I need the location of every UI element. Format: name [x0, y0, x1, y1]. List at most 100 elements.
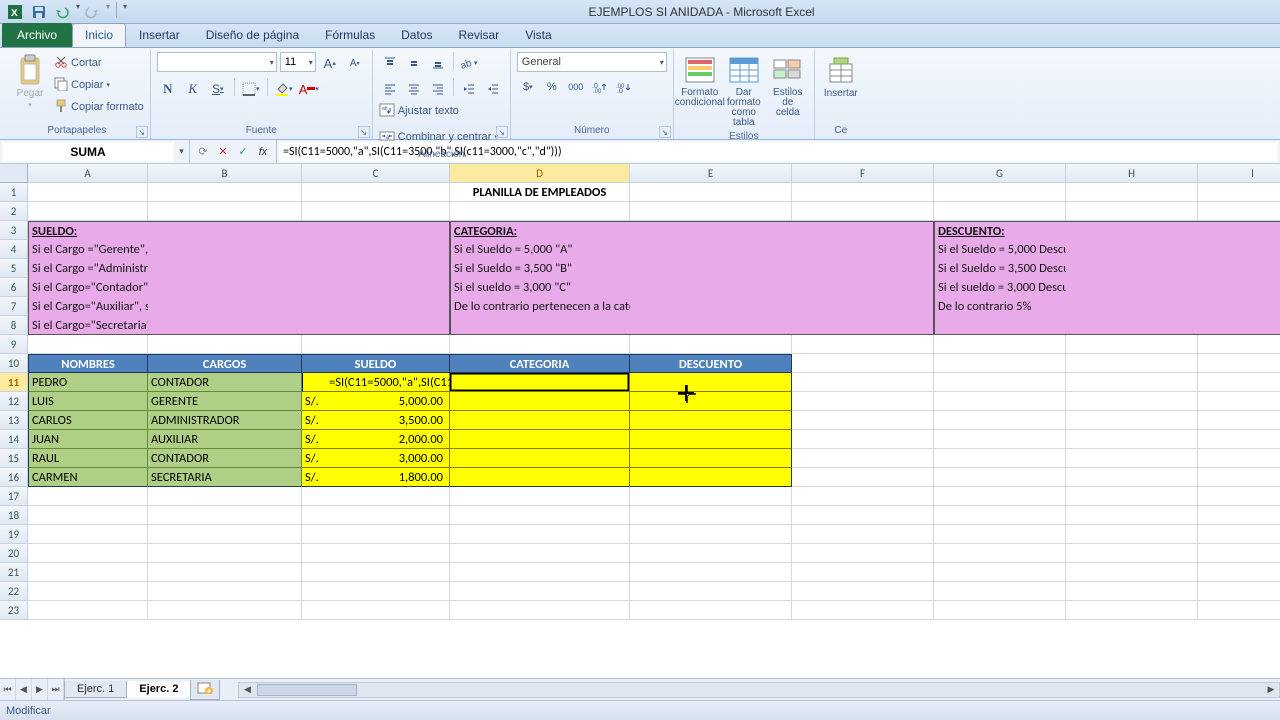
column-header-C[interactable]: C [302, 164, 450, 183]
cell-E13[interactable] [630, 411, 792, 430]
cell-E18[interactable] [630, 506, 792, 525]
cell-A2[interactable] [28, 202, 148, 221]
cut-button[interactable]: Cortar [54, 52, 144, 74]
cell-C3[interactable] [302, 221, 450, 240]
cell-D13[interactable] [450, 411, 630, 430]
cell-D4[interactable]: Si el Sueldo = 5,000 "A" [450, 240, 630, 259]
cell-B18[interactable] [148, 506, 302, 525]
cell-I19[interactable] [1198, 525, 1280, 544]
cell-B12[interactable]: GERENTE [148, 392, 302, 411]
cell-F11[interactable] [792, 373, 934, 392]
cell-G10[interactable] [934, 354, 1066, 373]
row-header-11[interactable]: 11 [0, 373, 28, 392]
cell-D5[interactable]: Si el Sueldo = 3,500 "B" [450, 259, 630, 278]
cell-F17[interactable] [792, 487, 934, 506]
cell-A14[interactable]: JUAN [28, 430, 148, 449]
conditional-formatting-button[interactable]: Formato condicional [680, 52, 720, 110]
sheet-nav-prev-icon[interactable]: ◀ [16, 679, 32, 700]
cell-E5[interactable] [630, 259, 792, 278]
cell-G18[interactable] [934, 506, 1066, 525]
enter-formula-icon[interactable]: ✓ [234, 145, 252, 158]
row-header-14[interactable]: 14 [0, 430, 28, 449]
cell-F23[interactable] [792, 601, 934, 620]
cell-A3[interactable]: SUELDO: [28, 221, 148, 240]
row-header-8[interactable]: 8 [0, 316, 28, 335]
cell-E3[interactable] [630, 221, 792, 240]
cell-B5[interactable] [148, 259, 302, 278]
cell-A15[interactable]: RAUL [28, 449, 148, 468]
cell-C16[interactable]: S/.1,800.00 [302, 468, 450, 487]
cell-F19[interactable] [792, 525, 934, 544]
cell-G9[interactable] [934, 335, 1066, 354]
cell-H15[interactable] [1066, 449, 1198, 468]
cell-H14[interactable] [1066, 430, 1198, 449]
cell-H17[interactable] [1066, 487, 1198, 506]
cell-D15[interactable] [450, 449, 630, 468]
cell-E17[interactable] [630, 487, 792, 506]
column-header-F[interactable]: F [792, 164, 934, 183]
paste-button[interactable]: Pegar ▾ [10, 52, 50, 111]
cell-A11[interactable]: PEDRO [28, 373, 148, 392]
cell-C10[interactable]: SUELDO [302, 354, 450, 373]
row-header-19[interactable]: 19 [0, 525, 28, 544]
cell-G12[interactable] [934, 392, 1066, 411]
row-header-20[interactable]: 20 [0, 544, 28, 563]
cell-E7[interactable] [630, 297, 792, 316]
decrease-decimal-icon[interactable]: .00.0 [613, 76, 635, 98]
cell-I7[interactable] [1198, 297, 1280, 316]
cell-C7[interactable] [302, 297, 450, 316]
cell-B1[interactable] [148, 183, 302, 202]
cell-C12[interactable]: S/.5,000.00 [302, 392, 450, 411]
cell-G19[interactable] [934, 525, 1066, 544]
tab-review[interactable]: Revisar [446, 23, 513, 47]
cell-D22[interactable] [450, 582, 630, 601]
cell-F8[interactable] [792, 316, 934, 335]
select-all-corner[interactable] [0, 164, 28, 183]
cell-C19[interactable] [302, 525, 450, 544]
format-painter-button[interactable]: Copiar formato [54, 96, 144, 118]
sheet-tab-2[interactable]: Ejerc. 2 [126, 681, 191, 698]
cell-B11[interactable]: CONTADOR [148, 373, 302, 392]
cell-G4[interactable]: Si el Sueldo = 5,000 Descuento del 18% [934, 240, 1066, 259]
cell-D9[interactable] [450, 335, 630, 354]
cell-F21[interactable] [792, 563, 934, 582]
cell-H3[interactable] [1066, 221, 1198, 240]
cell-B16[interactable]: SECRETARIA [148, 468, 302, 487]
cell-D14[interactable] [450, 430, 630, 449]
row-header-17[interactable]: 17 [0, 487, 28, 506]
font-family-combo[interactable] [157, 52, 277, 72]
sheet-tab-1[interactable]: Ejerc. 1 [64, 681, 127, 698]
cell-F4[interactable] [792, 240, 934, 259]
cell-F20[interactable] [792, 544, 934, 563]
cell-F10[interactable] [792, 354, 934, 373]
cell-C14[interactable]: S/.2,000.00 [302, 430, 450, 449]
cell-D20[interactable] [450, 544, 630, 563]
number-format-combo[interactable]: General [517, 52, 667, 72]
cell-I18[interactable] [1198, 506, 1280, 525]
tab-page-layout[interactable]: Diseño de página [193, 23, 312, 47]
cell-G14[interactable] [934, 430, 1066, 449]
name-box-input[interactable] [2, 142, 174, 162]
align-right-icon[interactable] [427, 78, 449, 100]
tab-data[interactable]: Datos [388, 23, 445, 47]
cell-I8[interactable] [1198, 316, 1280, 335]
redo-icon[interactable] [82, 2, 104, 22]
cell-B22[interactable] [148, 582, 302, 601]
cell-A7[interactable]: Si el Cargo="Auxiliar", su sueldo sera 2… [28, 297, 148, 316]
cell-E6[interactable] [630, 278, 792, 297]
cell-I4[interactable] [1198, 240, 1280, 259]
cell-A21[interactable] [28, 563, 148, 582]
cell-A9[interactable] [28, 335, 148, 354]
cell-C6[interactable] [302, 278, 450, 297]
cell-I9[interactable] [1198, 335, 1280, 354]
cell-B15[interactable]: CONTADOR [148, 449, 302, 468]
align-top-icon[interactable] [379, 52, 401, 74]
column-header-I[interactable]: I [1198, 164, 1280, 183]
cell-D8[interactable] [450, 316, 630, 335]
cell-B13[interactable]: ADMINISTRADOR [148, 411, 302, 430]
cell-D7[interactable]: De lo contrario pertenecen a la categori… [450, 297, 630, 316]
cell-B4[interactable] [148, 240, 302, 259]
cell-E19[interactable] [630, 525, 792, 544]
cell-H6[interactable] [1066, 278, 1198, 297]
cell-E15[interactable] [630, 449, 792, 468]
